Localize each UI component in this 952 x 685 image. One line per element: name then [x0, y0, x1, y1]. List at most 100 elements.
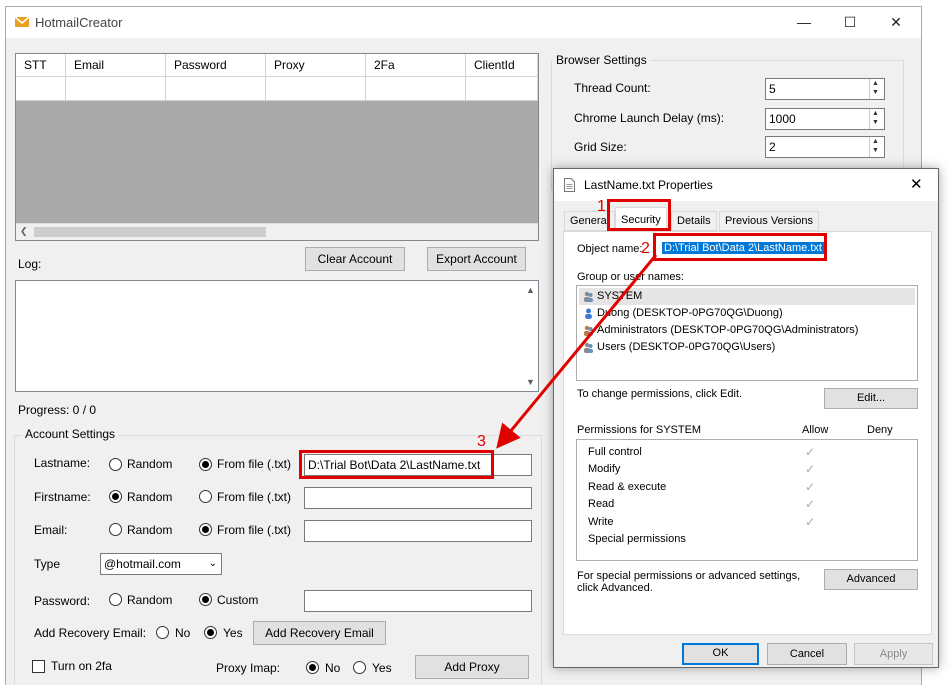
permission-modify: Modify: [588, 463, 621, 475]
proxy-imap-no-radio[interactable]: [306, 661, 319, 674]
recovery-no-label[interactable]: No: [175, 626, 190, 640]
apply-button[interactable]: Apply: [854, 643, 933, 665]
recovery-no-radio[interactable]: [156, 626, 169, 639]
firstname-random-label[interactable]: Random: [127, 490, 172, 504]
table-row[interactable]: [16, 77, 538, 101]
list-item[interactable]: Users (DESKTOP-0PG70QG\Users): [579, 339, 915, 356]
ok-button[interactable]: OK: [682, 643, 759, 665]
firstname-random-radio[interactable]: [109, 490, 122, 503]
column-header-2fa[interactable]: 2Fa: [366, 54, 466, 77]
add-proxy-button[interactable]: Add Proxy: [415, 655, 529, 679]
annotation-box-security-tab: [607, 199, 671, 231]
turn-on-2fa-label[interactable]: Turn on 2fa: [51, 659, 112, 673]
spinner-arrows-icon[interactable]: ▲ ▼: [869, 109, 884, 129]
proxy-imap-no-label[interactable]: No: [325, 661, 340, 675]
list-item[interactable]: Administrators (DESKTOP-0PG70QG\Administ…: [579, 322, 915, 339]
file-icon: [564, 178, 575, 192]
permission-read-execute: Read & execute: [588, 481, 667, 493]
email-label: Email:: [34, 523, 68, 537]
recovery-email-label: Add Recovery Email:: [34, 626, 147, 640]
table-cell[interactable]: [16, 77, 66, 101]
proxy-imap-yes-radio[interactable]: [353, 661, 366, 674]
log-textarea[interactable]: ▲ ▼: [15, 280, 539, 392]
grid-size-value: 2: [769, 140, 776, 154]
table-cell[interactable]: [166, 77, 266, 101]
turn-on-2fa-checkbox[interactable]: [32, 660, 45, 673]
table-cell[interactable]: [66, 77, 166, 101]
recovery-yes-radio[interactable]: [204, 626, 217, 639]
export-account-button[interactable]: Export Account: [427, 247, 526, 271]
close-icon[interactable]: ✕: [910, 175, 923, 193]
maximize-icon[interactable]: ☐: [827, 7, 873, 38]
password-custom-radio[interactable]: [199, 593, 212, 606]
email-fromfile-radio[interactable]: [199, 523, 212, 536]
type-select-value: @hotmail.com: [104, 557, 181, 571]
permission-special: Special permissions: [588, 533, 686, 545]
cancel-button[interactable]: Cancel: [767, 643, 847, 665]
annotation-step-1: 1: [597, 198, 606, 215]
advanced-button[interactable]: Advanced: [824, 569, 918, 590]
spinner-arrows-icon[interactable]: ▲ ▼: [869, 137, 884, 157]
password-custom-label[interactable]: Custom: [217, 593, 258, 607]
allow-header: Allow: [802, 424, 829, 436]
scroll-down-icon[interactable]: ▼: [526, 377, 535, 387]
tab-previous-versions[interactable]: Previous Versions: [719, 211, 820, 231]
column-header-clientid[interactable]: ClientId: [466, 54, 538, 77]
edit-button[interactable]: Edit...: [824, 388, 918, 409]
thread-count-stepper[interactable]: 5 ▲ ▼: [765, 78, 885, 100]
column-header-stt[interactable]: STT: [16, 54, 66, 77]
tab-details[interactable]: Details: [671, 211, 717, 231]
title-bar[interactable]: HotmailCreator — ☐ ✕: [6, 7, 921, 38]
firstname-fromfile-label[interactable]: From file (.txt): [217, 490, 291, 504]
lastname-random-radio[interactable]: [109, 458, 122, 471]
table-cell[interactable]: [466, 77, 538, 101]
column-header-email[interactable]: Email: [66, 54, 166, 77]
user-name: Duong (DESKTOP-0PG70QG\Duong): [597, 307, 783, 319]
grid-size-stepper[interactable]: 2 ▲ ▼: [765, 136, 885, 158]
recovery-yes-label[interactable]: Yes: [223, 626, 243, 640]
lastname-fromfile-radio[interactable]: [199, 458, 212, 471]
permission-write: Write: [588, 516, 614, 528]
lastname-random-label[interactable]: Random: [127, 457, 172, 471]
firstname-file-input[interactable]: [304, 487, 532, 509]
spinner-arrows-icon[interactable]: ▲ ▼: [869, 79, 884, 99]
grid-header: STT Email Password Proxy 2Fa ClientId: [16, 54, 538, 77]
minimize-icon[interactable]: —: [781, 7, 827, 38]
proxy-imap-yes-label[interactable]: Yes: [372, 661, 392, 675]
accounts-grid[interactable]: STT Email Password Proxy 2Fa ClientId ❮: [15, 53, 539, 241]
table-cell[interactable]: [366, 77, 466, 101]
thread-count-value: 5: [769, 82, 776, 96]
progress-label: Progress: 0 / 0: [18, 403, 97, 417]
properties-title-bar[interactable]: LastName.txt Properties ✕: [554, 169, 938, 201]
column-header-proxy[interactable]: Proxy: [266, 54, 366, 77]
permissions-list: Full control ✓ Modify ✓ Read & execute ✓…: [576, 439, 918, 561]
special-permissions-text-2: click Advanced.: [577, 582, 653, 594]
list-item[interactable]: SYSTEM: [579, 288, 915, 305]
users-list[interactable]: SYSTEM Duong (DESKTOP-0PG70QG\Duong) Adm…: [576, 285, 918, 381]
type-select[interactable]: @hotmail.com ⌄: [100, 553, 222, 575]
scroll-left-icon[interactable]: ❮: [20, 226, 28, 237]
firstname-fromfile-radio[interactable]: [199, 490, 212, 503]
password-random-radio[interactable]: [109, 593, 122, 606]
email-random-radio[interactable]: [109, 523, 122, 536]
password-input[interactable]: [304, 590, 532, 612]
column-header-password[interactable]: Password: [166, 54, 266, 77]
user-icon: [585, 308, 592, 319]
email-file-input[interactable]: [304, 520, 532, 542]
email-fromfile-label[interactable]: From file (.txt): [217, 523, 291, 537]
horizontal-scrollbar[interactable]: ❮: [16, 223, 538, 240]
launch-delay-value: 1000: [769, 112, 796, 126]
add-recovery-email-button[interactable]: Add Recovery Email: [253, 621, 386, 645]
user-name: Administrators (DESKTOP-0PG70QG\Administ…: [597, 324, 859, 336]
table-cell[interactable]: [266, 77, 366, 101]
launch-delay-stepper[interactable]: 1000 ▲ ▼: [765, 108, 885, 130]
clear-account-button[interactable]: Clear Account: [305, 247, 405, 271]
list-item[interactable]: Duong (DESKTOP-0PG70QG\Duong): [579, 305, 915, 322]
lastname-label: Lastname:: [34, 456, 91, 470]
scroll-thumb[interactable]: [34, 227, 266, 237]
close-icon[interactable]: ✕: [873, 7, 919, 38]
email-random-label[interactable]: Random: [127, 523, 172, 537]
lastname-fromfile-label[interactable]: From file (.txt): [217, 457, 291, 471]
password-random-label[interactable]: Random: [127, 593, 172, 607]
scroll-up-icon[interactable]: ▲: [526, 285, 535, 295]
